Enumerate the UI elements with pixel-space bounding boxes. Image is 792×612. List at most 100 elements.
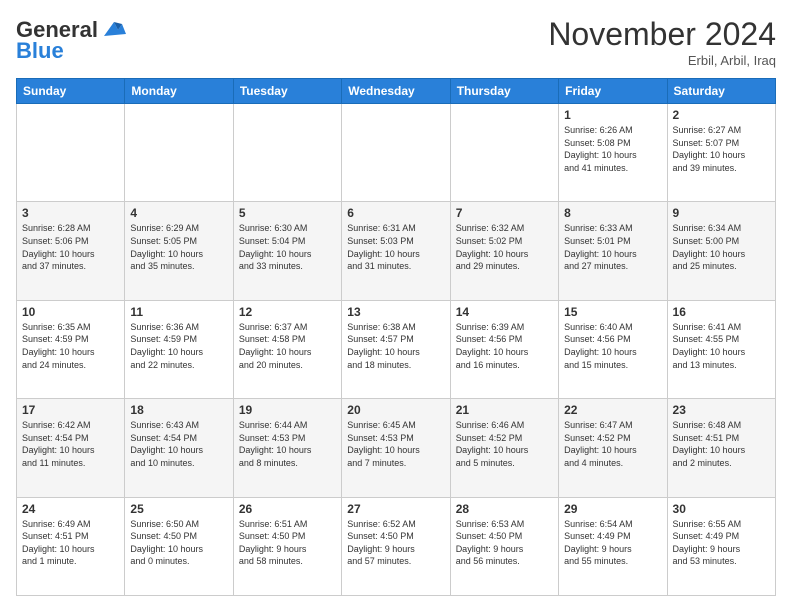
calendar-cell: 12 Sunrise: 6:37 AM Sunset: 4:58 PM Dayli… — [233, 300, 341, 398]
day-info: Sunrise: 6:29 AM Sunset: 5:05 PM Dayligh… — [130, 222, 227, 272]
calendar-cell — [342, 104, 450, 202]
weekday-header-monday: Monday — [125, 79, 233, 104]
day-info: Sunrise: 6:52 AM Sunset: 4:50 PM Dayligh… — [347, 518, 444, 568]
calendar-cell: 18 Sunrise: 6:43 AM Sunset: 4:54 PM Dayli… — [125, 399, 233, 497]
week-row-4: 17 Sunrise: 6:42 AM Sunset: 4:54 PM Dayli… — [17, 399, 776, 497]
calendar-cell — [450, 104, 558, 202]
weekday-header-thursday: Thursday — [450, 79, 558, 104]
day-info: Sunrise: 6:35 AM Sunset: 4:59 PM Dayligh… — [22, 321, 119, 371]
calendar-cell: 2Sunrise: 6:27 AM Sunset: 5:07 PM Daylig… — [667, 104, 775, 202]
week-row-1: 1 Sunrise: 6:26 AM Sunset: 5:08 PM Daylig… — [17, 104, 776, 202]
day-info: Sunrise: 6:28 AM Sunset: 5:06 PM Dayligh… — [22, 222, 119, 272]
weekday-header-row: SundayMondayTuesdayWednesdayThursdayFrid… — [17, 79, 776, 104]
day-number: 5 — [239, 206, 336, 220]
weekday-header-sunday: Sunday — [17, 79, 125, 104]
page: General Blue November 2024 Erbil, Arbil,… — [0, 0, 792, 612]
calendar-cell: 29 Sunrise: 6:54 AM Sunset: 4:49 PM Dayli… — [559, 497, 667, 595]
day-number: 18 — [130, 403, 227, 417]
day-number: 3 — [22, 206, 119, 220]
weekday-header-friday: Friday — [559, 79, 667, 104]
logo: General Blue — [16, 16, 128, 64]
day-info: Sunrise: 6:54 AM Sunset: 4:49 PM Dayligh… — [564, 518, 661, 568]
day-number: 23 — [673, 403, 770, 417]
day-number: 24 — [22, 502, 119, 516]
month-title: November 2024 — [548, 16, 776, 53]
calendar-cell: 10 Sunrise: 6:35 AM Sunset: 4:59 PM Dayli… — [17, 300, 125, 398]
day-number: 6 — [347, 206, 444, 220]
calendar-cell — [125, 104, 233, 202]
calendar-cell: 3 Sunrise: 6:28 AM Sunset: 5:06 PM Daylig… — [17, 202, 125, 300]
week-row-3: 10 Sunrise: 6:35 AM Sunset: 4:59 PM Dayli… — [17, 300, 776, 398]
weekday-header-wednesday: Wednesday — [342, 79, 450, 104]
logo-bird-icon — [100, 16, 128, 44]
day-number: 7 — [456, 206, 553, 220]
calendar-cell: 4Sunrise: 6:29 AM Sunset: 5:05 PM Daylig… — [125, 202, 233, 300]
calendar-cell: 25 Sunrise: 6:50 AM Sunset: 4:50 PM Dayli… — [125, 497, 233, 595]
calendar-cell: 8Sunrise: 6:33 AM Sunset: 5:01 PM Daylig… — [559, 202, 667, 300]
calendar-cell: 16Sunrise: 6:41 AM Sunset: 4:55 PM Dayli… — [667, 300, 775, 398]
day-info: Sunrise: 6:37 AM Sunset: 4:58 PM Dayligh… — [239, 321, 336, 371]
day-info: Sunrise: 6:32 AM Sunset: 5:02 PM Dayligh… — [456, 222, 553, 272]
day-number: 22 — [564, 403, 661, 417]
day-info: Sunrise: 6:51 AM Sunset: 4:50 PM Dayligh… — [239, 518, 336, 568]
day-info: Sunrise: 6:43 AM Sunset: 4:54 PM Dayligh… — [130, 419, 227, 469]
day-info: Sunrise: 6:31 AM Sunset: 5:03 PM Dayligh… — [347, 222, 444, 272]
calendar-cell: 13Sunrise: 6:38 AM Sunset: 4:57 PM Dayli… — [342, 300, 450, 398]
calendar-cell: 1 Sunrise: 6:26 AM Sunset: 5:08 PM Daylig… — [559, 104, 667, 202]
calendar-cell: 21Sunrise: 6:46 AM Sunset: 4:52 PM Dayli… — [450, 399, 558, 497]
day-number: 2 — [673, 108, 770, 122]
header: General Blue November 2024 Erbil, Arbil,… — [16, 16, 776, 68]
day-info: Sunrise: 6:30 AM Sunset: 5:04 PM Dayligh… — [239, 222, 336, 272]
calendar-cell: 24Sunrise: 6:49 AM Sunset: 4:51 PM Dayli… — [17, 497, 125, 595]
calendar-cell: 19 Sunrise: 6:44 AM Sunset: 4:53 PM Dayli… — [233, 399, 341, 497]
calendar-cell: 30Sunrise: 6:55 AM Sunset: 4:49 PM Dayli… — [667, 497, 775, 595]
day-number: 19 — [239, 403, 336, 417]
day-info: Sunrise: 6:55 AM Sunset: 4:49 PM Dayligh… — [673, 518, 770, 568]
calendar-cell: 23Sunrise: 6:48 AM Sunset: 4:51 PM Dayli… — [667, 399, 775, 497]
day-number: 27 — [347, 502, 444, 516]
day-number: 17 — [22, 403, 119, 417]
calendar-cell: 20 Sunrise: 6:45 AM Sunset: 4:53 PM Dayli… — [342, 399, 450, 497]
day-info: Sunrise: 6:26 AM Sunset: 5:08 PM Dayligh… — [564, 124, 661, 174]
day-number: 9 — [673, 206, 770, 220]
day-info: Sunrise: 6:44 AM Sunset: 4:53 PM Dayligh… — [239, 419, 336, 469]
day-number: 16 — [673, 305, 770, 319]
day-info: Sunrise: 6:36 AM Sunset: 4:59 PM Dayligh… — [130, 321, 227, 371]
day-info: Sunrise: 6:39 AM Sunset: 4:56 PM Dayligh… — [456, 321, 553, 371]
day-number: 15 — [564, 305, 661, 319]
day-number: 20 — [347, 403, 444, 417]
day-number: 14 — [456, 305, 553, 319]
calendar-cell: 5 Sunrise: 6:30 AM Sunset: 5:04 PM Daylig… — [233, 202, 341, 300]
weekday-header-saturday: Saturday — [667, 79, 775, 104]
calendar-cell: 17 Sunrise: 6:42 AM Sunset: 4:54 PM Dayli… — [17, 399, 125, 497]
calendar-cell: 11 Sunrise: 6:36 AM Sunset: 4:59 PM Dayli… — [125, 300, 233, 398]
day-info: Sunrise: 6:40 AM Sunset: 4:56 PM Dayligh… — [564, 321, 661, 371]
day-number: 29 — [564, 502, 661, 516]
week-row-2: 3 Sunrise: 6:28 AM Sunset: 5:06 PM Daylig… — [17, 202, 776, 300]
weekday-header-tuesday: Tuesday — [233, 79, 341, 104]
calendar-cell — [17, 104, 125, 202]
day-info: Sunrise: 6:34 AM Sunset: 5:00 PM Dayligh… — [673, 222, 770, 272]
calendar-cell: 22 Sunrise: 6:47 AM Sunset: 4:52 PM Dayli… — [559, 399, 667, 497]
week-row-5: 24Sunrise: 6:49 AM Sunset: 4:51 PM Dayli… — [17, 497, 776, 595]
calendar-cell: 9 Sunrise: 6:34 AM Sunset: 5:00 PM Daylig… — [667, 202, 775, 300]
day-number: 21 — [456, 403, 553, 417]
header-right: November 2024 Erbil, Arbil, Iraq — [548, 16, 776, 68]
day-number: 10 — [22, 305, 119, 319]
day-info: Sunrise: 6:47 AM Sunset: 4:52 PM Dayligh… — [564, 419, 661, 469]
calendar-table: SundayMondayTuesdayWednesdayThursdayFrid… — [16, 78, 776, 596]
calendar-cell — [233, 104, 341, 202]
calendar-cell: 28 Sunrise: 6:53 AM Sunset: 4:50 PM Dayli… — [450, 497, 558, 595]
day-info: Sunrise: 6:53 AM Sunset: 4:50 PM Dayligh… — [456, 518, 553, 568]
day-info: Sunrise: 6:42 AM Sunset: 4:54 PM Dayligh… — [22, 419, 119, 469]
day-number: 25 — [130, 502, 227, 516]
day-info: Sunrise: 6:33 AM Sunset: 5:01 PM Dayligh… — [564, 222, 661, 272]
calendar-cell: 15 Sunrise: 6:40 AM Sunset: 4:56 PM Dayli… — [559, 300, 667, 398]
day-number: 11 — [130, 305, 227, 319]
day-number: 28 — [456, 502, 553, 516]
day-number: 1 — [564, 108, 661, 122]
day-number: 12 — [239, 305, 336, 319]
day-info: Sunrise: 6:50 AM Sunset: 4:50 PM Dayligh… — [130, 518, 227, 568]
day-info: Sunrise: 6:45 AM Sunset: 4:53 PM Dayligh… — [347, 419, 444, 469]
location: Erbil, Arbil, Iraq — [548, 53, 776, 68]
